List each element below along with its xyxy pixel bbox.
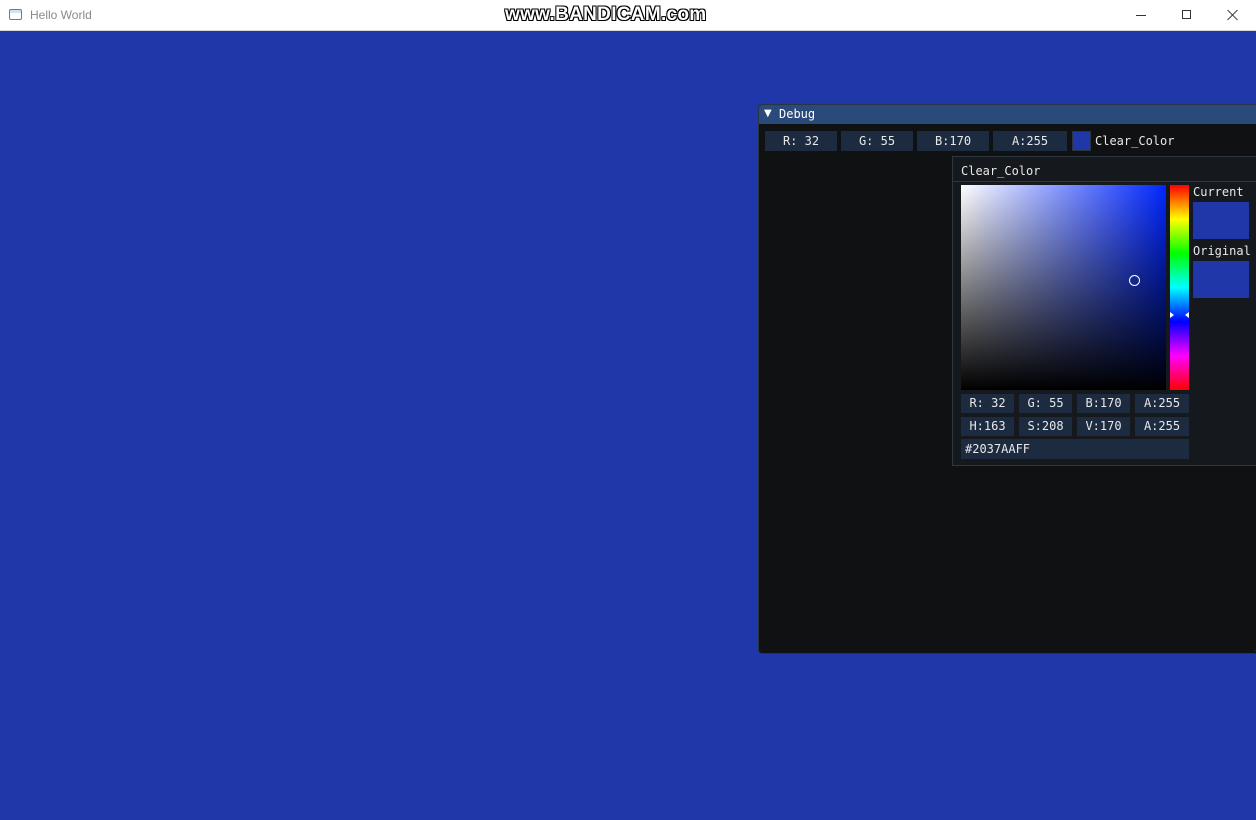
app-window: Hello World www.BANDICAM.com ▼ Debug R: … xyxy=(0,0,1256,820)
close-button[interactable] xyxy=(1210,0,1256,30)
picker-a-drag[interactable]: A:255 xyxy=(1135,394,1189,413)
minimize-icon xyxy=(1136,15,1146,16)
collapse-arrow-icon[interactable]: ▼ xyxy=(764,108,772,120)
hex-color-input[interactable] xyxy=(961,439,1189,459)
maximize-icon xyxy=(1182,10,1191,19)
recorder-watermark: www.BANDICAM.com xyxy=(505,4,707,25)
original-color-swatch[interactable] xyxy=(1193,261,1249,298)
minimize-button[interactable] xyxy=(1118,0,1164,30)
picker-r-drag[interactable]: R: 32 xyxy=(961,394,1014,413)
window-title: Hello World xyxy=(30,8,92,22)
clear-color-g-drag[interactable]: G: 55 xyxy=(841,131,913,151)
color-picker-popup[interactable]: Clear_Color Current Original R: 32 G: 55… xyxy=(952,156,1256,466)
picker-hsv-a-drag[interactable]: A:255 xyxy=(1135,417,1189,436)
original-color-label: Original xyxy=(1193,244,1251,258)
picker-g-drag[interactable]: G: 55 xyxy=(1019,394,1072,413)
hue-marker-left-icon xyxy=(1170,312,1174,318)
current-color-label: Current xyxy=(1193,185,1244,199)
app-window-icon xyxy=(9,9,22,20)
clear-color-b-drag[interactable]: B:170 xyxy=(917,131,989,151)
hue-slider[interactable] xyxy=(1170,185,1189,390)
close-icon xyxy=(1227,9,1239,21)
clear-color-label: Clear_Color xyxy=(1095,134,1175,148)
maximize-button[interactable] xyxy=(1164,0,1210,30)
color-picker-title: Clear_Color xyxy=(961,164,1041,178)
divider xyxy=(953,181,1256,182)
debug-window-title-bar[interactable]: ▼ Debug xyxy=(759,105,1256,124)
saturation-value-square[interactable] xyxy=(961,185,1166,390)
title-bar[interactable]: Hello World www.BANDICAM.com xyxy=(0,0,1256,31)
picker-v-drag[interactable]: V:170 xyxy=(1077,417,1130,436)
current-color-swatch xyxy=(1193,202,1249,239)
clear-color-swatch-button[interactable] xyxy=(1072,131,1091,151)
sv-cursor-handle[interactable] xyxy=(1129,275,1140,286)
picker-s-drag[interactable]: S:208 xyxy=(1019,417,1072,436)
clear-color-r-drag[interactable]: R: 32 xyxy=(765,131,837,151)
picker-h-drag[interactable]: H:163 xyxy=(961,417,1014,436)
picker-b-drag[interactable]: B:170 xyxy=(1077,394,1130,413)
hue-marker-right-icon xyxy=(1185,312,1189,318)
debug-window-title: Debug xyxy=(779,107,816,121)
clear-color-a-drag[interactable]: A:255 xyxy=(993,131,1067,151)
